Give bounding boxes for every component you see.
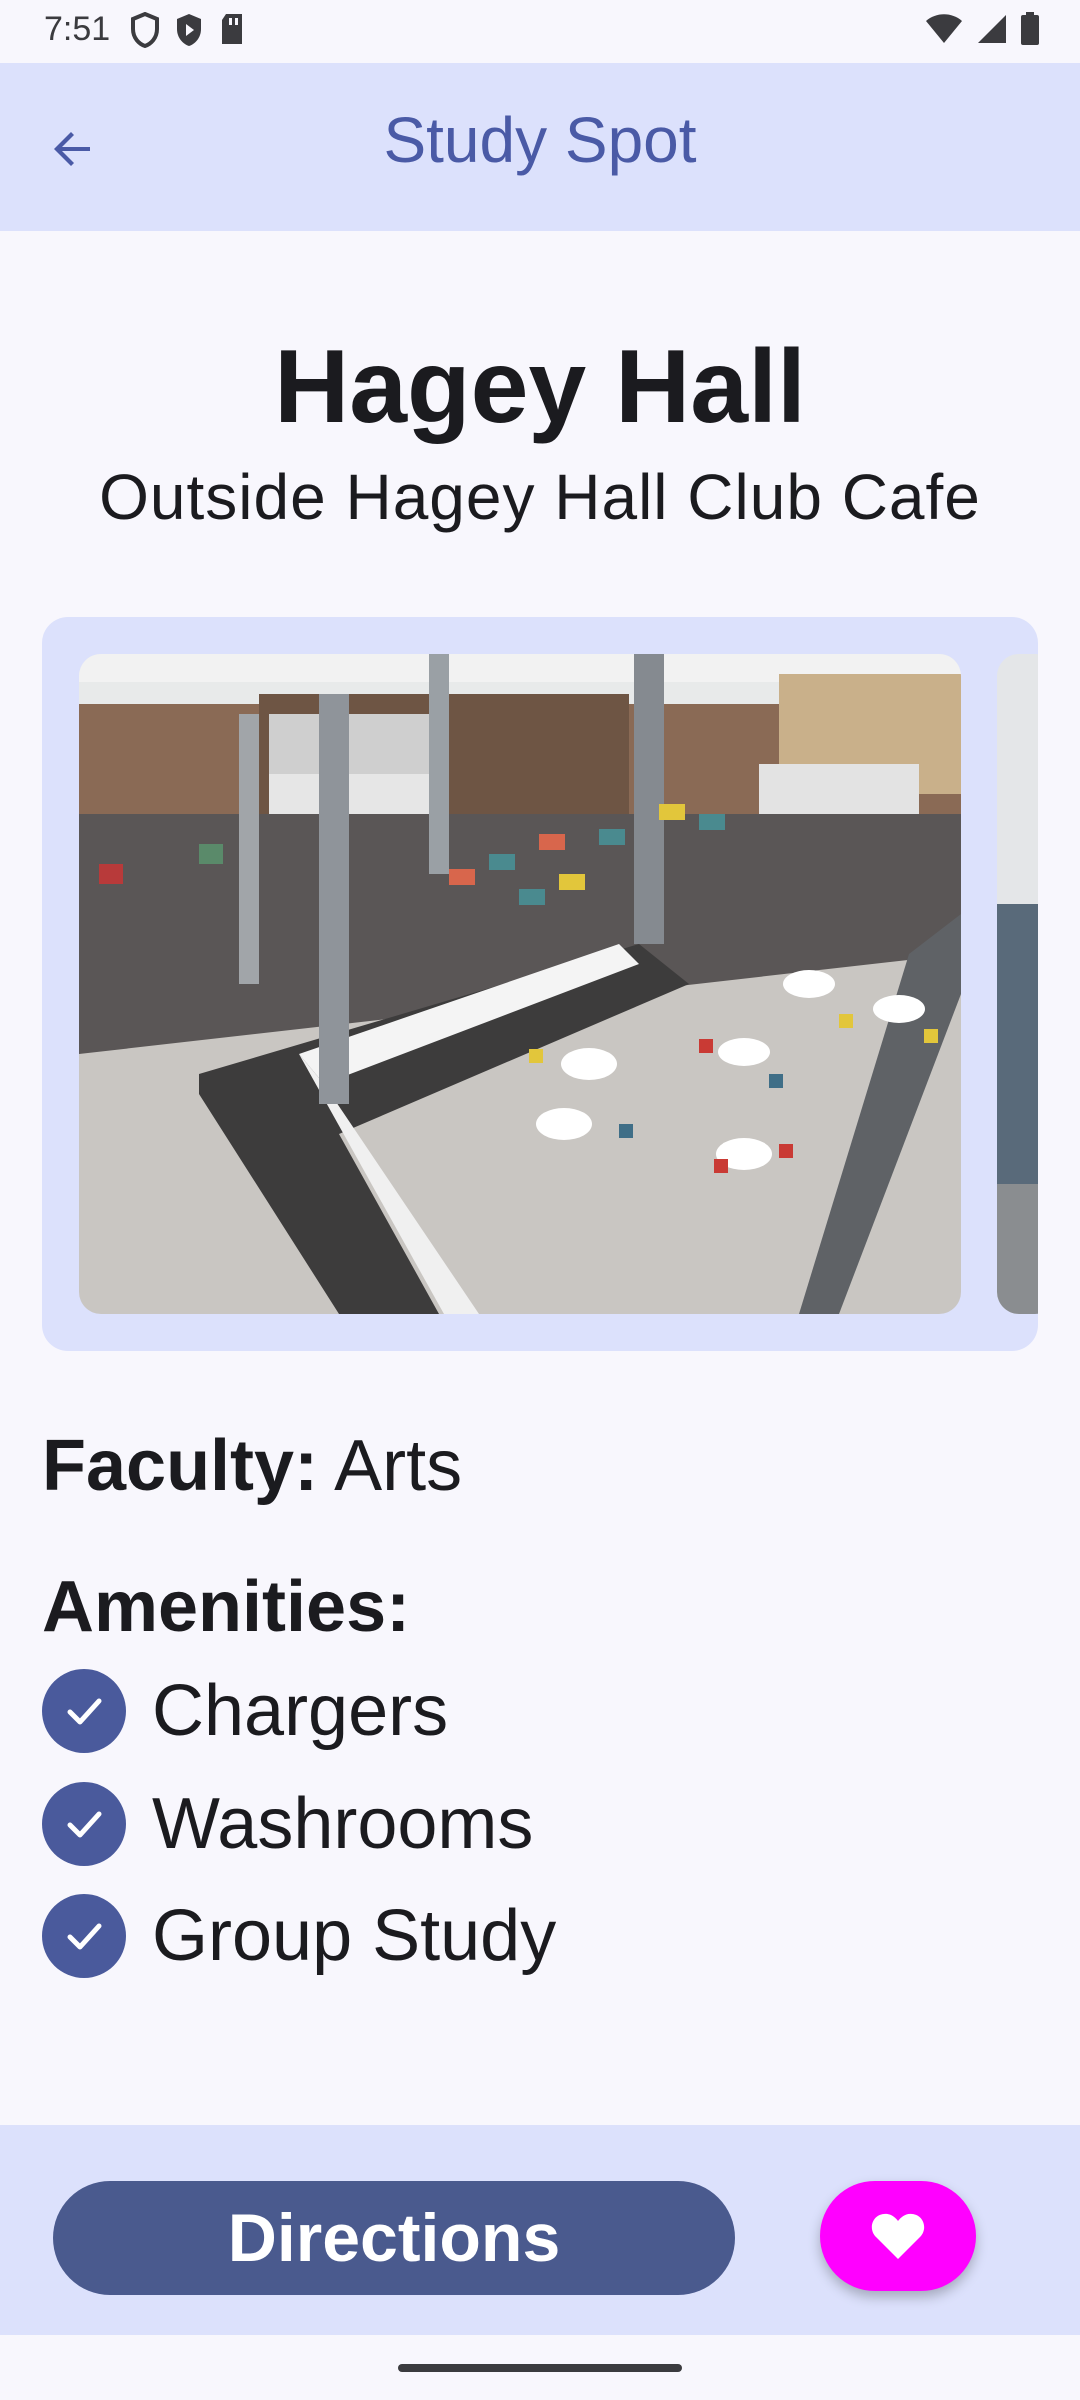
signal-icon (978, 15, 1006, 43)
battery-icon (1021, 12, 1039, 45)
amenity-label: Washrooms (152, 1784, 534, 1864)
wifi-icon (926, 14, 962, 43)
check-circle-icon (42, 1669, 126, 1753)
shield-icon (131, 12, 159, 48)
faculty-value: Arts (334, 1426, 463, 1506)
amenities-heading: Amenities: (42, 1567, 411, 1647)
status-notification-icons (130, 12, 246, 48)
amenity-item-group-study: Group Study (42, 1893, 556, 1979)
bottom-action-bar: Directions (0, 2125, 1080, 2335)
status-time: 7:51 (44, 10, 111, 48)
sd-card-icon (222, 14, 242, 44)
next-photo-preview[interactable] (997, 654, 1038, 1314)
next-photo-illustration (997, 654, 1038, 1314)
faculty-line: Faculty: Arts (42, 1425, 462, 1507)
heart-icon (871, 2213, 925, 2259)
spot-name: Hagey Hall (274, 329, 806, 445)
app-bar: Study Spot (0, 63, 1080, 231)
faculty-label: Faculty: (42, 1426, 319, 1506)
check-circle-icon (42, 1894, 126, 1978)
atrium-photo-illustration (79, 654, 961, 1314)
favorite-button[interactable] (820, 2181, 976, 2291)
photo-carousel[interactable] (42, 617, 1038, 1351)
spot-photo[interactable] (79, 654, 961, 1314)
amenity-label: Chargers (152, 1671, 449, 1751)
play-protect-icon (177, 14, 201, 46)
amenity-label: Group Study (152, 1896, 557, 1976)
gesture-nav-handle[interactable] (398, 2364, 682, 2372)
page-title: Study Spot (383, 104, 697, 176)
status-system-icons (924, 12, 1040, 46)
check-circle-icon (42, 1782, 126, 1866)
directions-button[interactable]: Directions (53, 2181, 735, 2295)
status-bar: 7:51 (0, 0, 1080, 63)
amenity-item-chargers: Chargers (42, 1668, 448, 1754)
spot-location: Outside Hagey Hall Club Cafe (99, 461, 981, 533)
amenity-item-washrooms: Washrooms (42, 1781, 533, 1867)
